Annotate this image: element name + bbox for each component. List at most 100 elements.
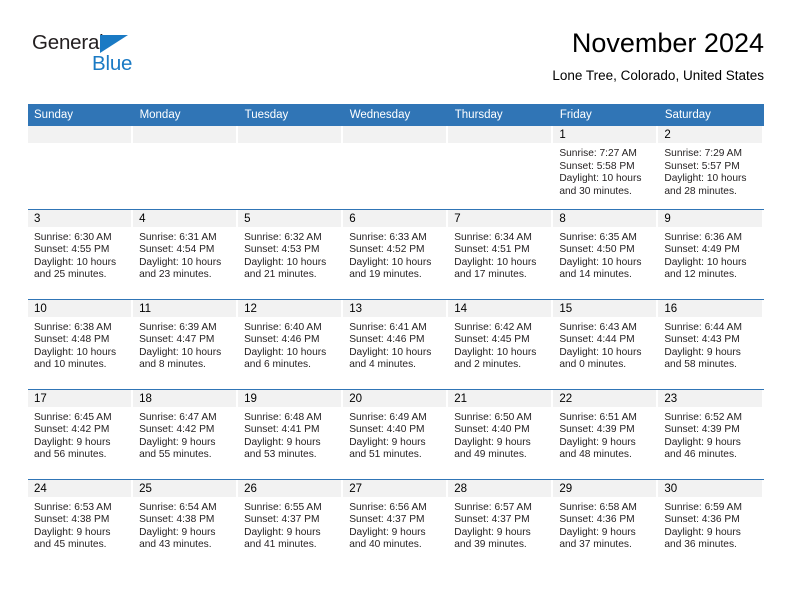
sunrise-text: Sunrise: 6:44 AM [664, 321, 742, 333]
title-block: November 2024 Lone Tree, Colorado, Unite… [552, 26, 764, 86]
calendar-day-cell[interactable]: 29 Sunrise: 6:58 AM Sunset: 4:36 PM Dayligh… [553, 478, 659, 565]
daylight-text: Daylight: 9 hours and 39 minutes. [454, 526, 531, 551]
calendar-day-cell[interactable]: 19 Sunrise: 6:48 AM Sunset: 4:41 PM Dayligh… [238, 388, 344, 479]
day-number: 15 [553, 299, 659, 317]
calendar-day-cell[interactable]: 21 Sunrise: 6:50 AM Sunset: 4:40 PM Dayligh… [448, 388, 554, 479]
calendar-day-cell[interactable]: 14 Sunrise: 6:42 AM Sunset: 4:45 PM Dayligh… [448, 298, 554, 389]
day-cell-inner [343, 126, 449, 209]
sunrise-text: Sunrise: 6:41 AM [349, 321, 427, 333]
calendar-day-cell[interactable]: 1 Sunrise: 7:27 AM Sunset: 5:58 PM Daylight… [553, 126, 659, 209]
sunset-text: Sunset: 4:51 PM [454, 244, 530, 256]
day-cell-inner: 15 Sunrise: 6:43 AM Sunset: 4:44 PM Dayligh… [553, 299, 659, 389]
calendar-day-cell[interactable]: 6 Sunrise: 6:33 AM Sunset: 4:52 PM Daylight… [343, 208, 449, 299]
calendar-day-cell[interactable]: 10 Sunrise: 6:38 AM Sunset: 4:48 PM Dayligh… [28, 298, 134, 389]
calendar-day-cell[interactable]: 25 Sunrise: 6:54 AM Sunset: 4:38 PM Dayligh… [133, 478, 239, 565]
calendar-day-cell[interactable]: 12 Sunrise: 6:40 AM Sunset: 4:46 PM Dayligh… [238, 298, 344, 389]
day-number: 5 [238, 209, 344, 227]
day-cell-details: Sunrise: 6:45 AM Sunset: 4:42 PM Daylight:… [28, 407, 133, 462]
calendar-day-cell[interactable]: 16 Sunrise: 6:44 AM Sunset: 4:43 PM Dayligh… [658, 298, 764, 389]
calendar-day-cell[interactable]: 26 Sunrise: 6:55 AM Sunset: 4:37 PM Dayligh… [238, 478, 344, 565]
daylight-text: Daylight: 10 hours and 28 minutes. [664, 173, 747, 197]
daylight-text: Daylight: 9 hours and 37 minutes. [559, 526, 636, 551]
calendar-day-cell [238, 126, 344, 209]
calendar-week-row: 10 Sunrise: 6:38 AM Sunset: 4:48 PM Dayligh… [28, 298, 764, 389]
daylight-text: Daylight: 10 hours and 25 minutes. [34, 256, 117, 281]
calendar-day-cell[interactable]: 3 Sunrise: 6:30 AM Sunset: 4:55 PM Daylight… [28, 208, 134, 299]
calendar-body: 1 Sunrise: 7:27 AM Sunset: 5:58 PM Daylight… [28, 126, 764, 565]
calendar-day-cell[interactable]: 24 Sunrise: 6:53 AM Sunset: 4:38 PM Dayligh… [28, 478, 134, 565]
calendar-day-cell[interactable]: 20 Sunrise: 6:49 AM Sunset: 4:40 PM Dayligh… [343, 388, 449, 479]
day-cell-details: Sunrise: 6:34 AM Sunset: 4:51 PM Daylight:… [448, 227, 553, 282]
sunrise-text: Sunrise: 6:42 AM [454, 321, 532, 333]
day-cell-details: Sunrise: 6:31 AM Sunset: 4:54 PM Daylight:… [133, 227, 238, 282]
calendar-day-cell [343, 126, 449, 209]
calendar-day-cell[interactable]: 4 Sunrise: 6:31 AM Sunset: 4:54 PM Daylight… [133, 208, 239, 299]
logo-text-blue: Blue [92, 52, 133, 75]
day-cell-details: Sunrise: 6:40 AM Sunset: 4:46 PM Daylight:… [238, 317, 343, 372]
calendar-day-cell[interactable]: 27 Sunrise: 6:56 AM Sunset: 4:37 PM Dayligh… [343, 478, 449, 566]
day-cell-details: Sunrise: 6:36 AM Sunset: 4:49 PM Daylight:… [658, 227, 763, 282]
calendar-day-cell[interactable]: 2 Sunrise: 7:29 AM Sunset: 5:57 PM Daylight… [658, 126, 764, 209]
sunrise-text: Sunrise: 6:35 AM [559, 231, 637, 243]
daylight-text: Daylight: 9 hours and 55 minutes. [139, 436, 216, 461]
day-cell-inner: 11 Sunrise: 6:39 AM Sunset: 4:47 PM Dayligh… [133, 299, 239, 389]
calendar-day-cell[interactable]: 7 Sunrise: 6:34 AM Sunset: 4:51 PM Daylight… [448, 208, 554, 299]
day-cell-details: Sunrise: 7:27 AM Sunset: 5:58 PM Daylight:… [553, 143, 658, 198]
sunrise-text: Sunrise: 6:52 AM [664, 411, 742, 423]
calendar-day-cell[interactable]: 23 Sunrise: 6:52 AM Sunset: 4:39 PM Dayligh… [658, 388, 764, 479]
daylight-text: Daylight: 9 hours and 58 minutes. [664, 346, 741, 371]
day-number: 12 [238, 299, 344, 317]
daylight-text: Daylight: 9 hours and 56 minutes. [34, 436, 111, 461]
weekday-header-saturday: Saturday [658, 104, 765, 126]
day-number: 28 [448, 479, 554, 497]
day-number [238, 126, 344, 143]
day-cell-inner: 27 Sunrise: 6:56 AM Sunset: 4:37 PM Dayligh… [343, 479, 449, 566]
calendar-day-cell[interactable]: 17 Sunrise: 6:45 AM Sunset: 4:42 PM Dayligh… [28, 388, 134, 479]
calendar-day-cell[interactable]: 5 Sunrise: 6:32 AM Sunset: 4:53 PM Daylight… [238, 208, 344, 299]
calendar-day-cell[interactable]: 22 Sunrise: 6:51 AM Sunset: 4:39 PM Dayligh… [553, 388, 659, 479]
day-cell-inner: 18 Sunrise: 6:47 AM Sunset: 4:42 PM Dayligh… [133, 389, 239, 479]
day-cell-inner [238, 126, 344, 209]
day-number: 14 [448, 299, 554, 317]
day-cell-details: Sunrise: 6:49 AM Sunset: 4:40 PM Daylight:… [343, 407, 448, 462]
daylight-text: Daylight: 9 hours and 40 minutes. [349, 526, 426, 551]
weekday-header-sunday: Sunday [28, 104, 134, 126]
daylight-text: Daylight: 10 hours and 17 minutes. [454, 256, 537, 281]
sunrise-text: Sunrise: 6:40 AM [244, 321, 322, 333]
day-number: 19 [238, 389, 344, 407]
calendar-day-cell[interactable]: 18 Sunrise: 6:47 AM Sunset: 4:42 PM Dayligh… [133, 388, 239, 479]
sunset-text: Sunset: 4:39 PM [664, 424, 740, 436]
sunrise-text: Sunrise: 6:56 AM [349, 501, 427, 513]
day-cell-details: Sunrise: 6:57 AM Sunset: 4:37 PM Daylight:… [448, 497, 553, 552]
day-cell-details: Sunrise: 6:56 AM Sunset: 4:37 PM Daylight:… [343, 497, 448, 552]
calendar-day-cell[interactable]: 13 Sunrise: 6:41 AM Sunset: 4:46 PM Dayligh… [343, 298, 449, 389]
day-number: 7 [448, 209, 554, 227]
sunrise-text: Sunrise: 6:50 AM [454, 411, 532, 423]
calendar-day-cell[interactable]: 15 Sunrise: 6:43 AM Sunset: 4:44 PM Dayligh… [553, 298, 659, 389]
sunrise-text: Sunrise: 6:55 AM [244, 501, 322, 513]
sunset-text: Sunset: 4:44 PM [559, 334, 635, 346]
day-cell-details: Sunrise: 6:58 AM Sunset: 4:36 PM Daylight:… [553, 497, 658, 552]
calendar-day-cell[interactable]: 28 Sunrise: 6:57 AM Sunset: 4:37 PM Dayligh… [448, 478, 554, 565]
day-cell-details: Sunrise: 6:35 AM Sunset: 4:50 PM Daylight:… [553, 227, 658, 282]
day-number [28, 126, 134, 143]
day-cell-inner: 6 Sunrise: 6:33 AM Sunset: 4:52 PM Daylight… [343, 209, 449, 299]
sunrise-text: Sunrise: 6:30 AM [34, 231, 112, 243]
daylight-text: Daylight: 9 hours and 36 minutes. [664, 526, 741, 551]
general-blue-logo[interactable]: General Blue [32, 32, 162, 86]
calendar-day-cell[interactable]: 11 Sunrise: 6:39 AM Sunset: 4:47 PM Dayligh… [133, 298, 239, 389]
sunrise-text: Sunrise: 6:38 AM [34, 321, 112, 333]
day-number: 23 [658, 389, 764, 407]
sunrise-text: Sunrise: 6:43 AM [559, 321, 637, 333]
sunset-text: Sunset: 4:41 PM [244, 424, 320, 436]
daylight-text: Daylight: 10 hours and 21 minutes. [244, 256, 327, 281]
calendar-day-cell[interactable]: 8 Sunrise: 6:35 AM Sunset: 4:50 PM Daylight… [553, 208, 659, 299]
sunset-text: Sunset: 4:42 PM [34, 424, 110, 436]
day-number [343, 126, 449, 143]
sunrise-text: Sunrise: 6:39 AM [139, 321, 217, 333]
calendar-day-cell[interactable]: 30 Sunrise: 6:59 AM Sunset: 4:36 PM Dayligh… [658, 478, 764, 565]
day-number: 21 [448, 389, 554, 407]
sunrise-text: Sunrise: 7:27 AM [559, 148, 637, 159]
calendar-day-cell[interactable]: 9 Sunrise: 6:36 AM Sunset: 4:49 PM Daylight… [658, 208, 764, 299]
calendar-day-cell [448, 126, 554, 209]
